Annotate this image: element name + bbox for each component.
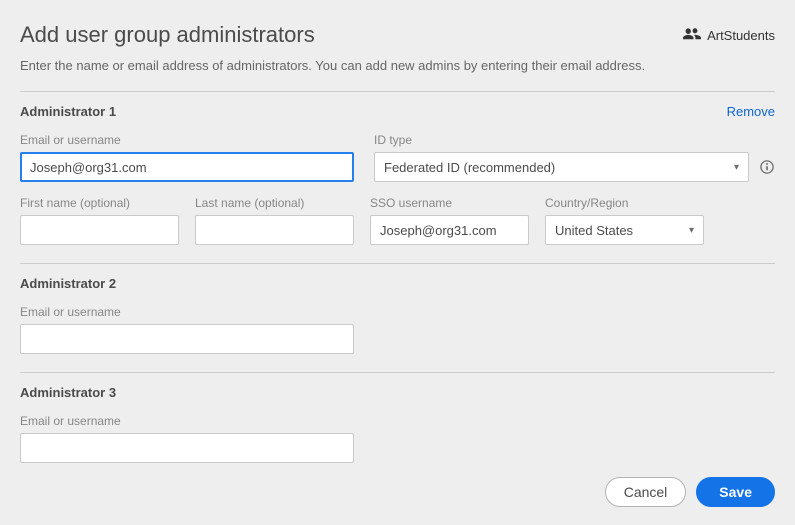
users-icon [683, 27, 701, 44]
id-type-select[interactable]: Federated ID (recommended) ▾ [374, 152, 749, 182]
email-input-3[interactable] [20, 433, 354, 463]
info-icon[interactable] [759, 159, 775, 175]
sso-username-label: SSO username [370, 196, 529, 210]
id-type-value: Federated ID (recommended) [384, 160, 555, 175]
admin-title: Administrator 2 [20, 276, 116, 291]
country-value: United States [555, 223, 633, 238]
remove-link[interactable]: Remove [727, 104, 775, 119]
id-type-label: ID type [374, 133, 775, 147]
country-select[interactable]: United States ▾ [545, 215, 704, 245]
admin-title: Administrator 3 [20, 385, 116, 400]
admin-section-1: Administrator 1 Remove Email or username… [20, 92, 775, 245]
email-label: Email or username [20, 305, 775, 319]
first-name-label: First name (optional) [20, 196, 179, 210]
cancel-button[interactable]: Cancel [605, 477, 687, 507]
sso-username-input[interactable] [370, 215, 529, 245]
chevron-down-icon: ▾ [734, 162, 739, 173]
group-name: ArtStudents [707, 28, 775, 43]
admin-section-2: Administrator 2 Email or username [20, 264, 775, 354]
chevron-down-icon: ▾ [689, 225, 694, 236]
instructions: Enter the name or email address of admin… [20, 58, 775, 73]
last-name-input[interactable] [195, 215, 354, 245]
admin-title: Administrator 1 [20, 104, 116, 119]
group-indicator: ArtStudents [683, 27, 775, 44]
last-name-label: Last name (optional) [195, 196, 354, 210]
email-input-2[interactable] [20, 324, 354, 354]
email-label: Email or username [20, 133, 354, 147]
email-label: Email or username [20, 414, 775, 428]
email-input-1[interactable] [20, 152, 354, 182]
first-name-input[interactable] [20, 215, 179, 245]
footer: Cancel Save [605, 477, 775, 507]
save-button[interactable]: Save [696, 477, 775, 507]
page-title: Add user group administrators [20, 22, 315, 48]
admin-section-3: Administrator 3 Email or username [20, 373, 775, 463]
country-label: Country/Region [545, 196, 704, 210]
